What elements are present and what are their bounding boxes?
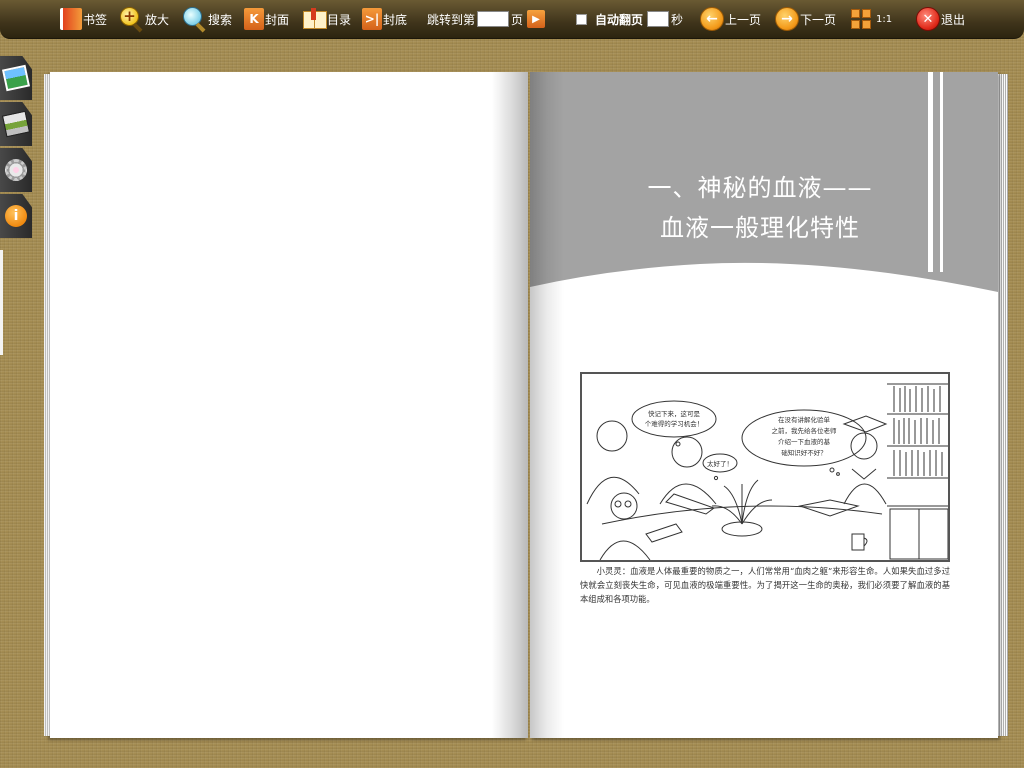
- next-page-button[interactable]: → 下一页: [775, 0, 836, 38]
- print-button[interactable]: [0, 102, 32, 146]
- bookmark-button[interactable]: 书签: [60, 0, 107, 38]
- zoom-in-label: 放大: [145, 12, 170, 27]
- autoflip-control: 自动翻页 秒: [576, 0, 683, 38]
- back-cover-button[interactable]: >| 封底: [362, 0, 407, 38]
- page-number-input[interactable]: [477, 11, 510, 27]
- jump-prefix-label: 跳转到第: [427, 12, 476, 27]
- bubble-1-line1: 快记下来，这可是: [648, 409, 701, 418]
- bubble-1-line2: 个难得的学习机会！: [645, 419, 704, 428]
- bubble-3-line1: 在没有讲解化验单: [778, 415, 831, 424]
- arrow-left-icon: ←: [700, 7, 724, 31]
- bubble-2: 太好了！: [707, 459, 733, 468]
- next-page-label: 下一页: [800, 12, 837, 27]
- jump-to-page: 跳转到第 页 ▶: [427, 0, 546, 38]
- info-icon: i: [5, 205, 27, 227]
- fit-size-icon: [850, 8, 872, 30]
- autoflip-seconds-input[interactable]: [647, 11, 670, 27]
- seconds-label: 秒: [671, 12, 684, 27]
- back-cover-label: 封底: [383, 12, 408, 27]
- chapter-title-line2: 血液一般理化特性: [660, 214, 860, 242]
- previous-page-label: 上一页: [725, 12, 762, 27]
- thumbnail-button[interactable]: [0, 56, 32, 100]
- table-of-contents-icon: [302, 8, 327, 30]
- autoflip-label: 自动翻页: [595, 12, 644, 27]
- actual-size-button[interactable]: 1:1: [850, 0, 892, 38]
- chapter-title: 一、神秘的血液—— 血液一般理化特性: [610, 168, 910, 248]
- sidebar-handle[interactable]: [0, 250, 3, 355]
- first-page-icon: K: [244, 8, 264, 30]
- search-icon: [181, 6, 207, 33]
- bubble-3-line3: 介绍一下血液的基: [778, 437, 831, 446]
- left-gutter-shadow: [492, 72, 528, 738]
- exit-label: 退出: [941, 12, 966, 27]
- right-gutter-shadow: [530, 72, 564, 738]
- cover-button[interactable]: K 封面: [244, 0, 289, 38]
- search-label: 搜索: [208, 12, 233, 27]
- settings-button[interactable]: [0, 148, 32, 192]
- toc-button[interactable]: 目录: [302, 0, 351, 38]
- image-icon: [1, 64, 31, 92]
- left-page[interactable]: [44, 72, 528, 738]
- exit-button[interactable]: ✕ 退出: [916, 0, 965, 38]
- bookmark-icon: [60, 8, 82, 30]
- left-page-stack-edge: [44, 74, 50, 736]
- arrow-right-icon: →: [775, 7, 799, 31]
- right-page[interactable]: 一、神秘的血液—— 血液一般理化特性 快记下来，这可是 个难得的学习机会！ 太好…: [530, 72, 998, 738]
- jump-suffix-label: 页: [511, 12, 524, 27]
- bubble-3-line4: 础知识好不好？: [781, 448, 827, 457]
- close-icon: ✕: [916, 7, 940, 31]
- last-page-icon: >|: [362, 8, 382, 30]
- bubble-3-line2: 之前，我先给各位老师: [772, 426, 838, 435]
- go-button[interactable]: ▶: [527, 10, 546, 28]
- illustration-caption: 小灵灵：血液是人体最重要的物质之一，人们常常用“血肉之躯”来形容生命。人如果失血…: [580, 566, 950, 604]
- right-page-stack-edge: [998, 74, 1008, 736]
- cover-label: 封面: [265, 12, 290, 27]
- zoom-in-icon: +: [118, 6, 144, 33]
- book-spread: 一、神秘的血液—— 血液一般理化特性 快记下来，这可是 个难得的学习机会！ 太好…: [44, 68, 1008, 744]
- search-button[interactable]: 搜索: [181, 0, 232, 38]
- autoflip-checkbox[interactable]: [576, 13, 587, 25]
- zoom-in-button[interactable]: + 放大: [118, 0, 169, 38]
- chapter-title-line1: 一、神秘的血液——: [647, 174, 873, 202]
- previous-page-button[interactable]: ← 上一页: [700, 0, 761, 38]
- reader-toolbar: 书签 + 放大 搜索 K 封面 目录 >| 封底 跳转到第 页 ▶ 自动翻页 秒…: [0, 0, 1024, 39]
- toc-label: 目录: [327, 12, 352, 27]
- zoom-ratio-label: 1:1: [876, 13, 893, 25]
- info-button[interactable]: i: [0, 194, 32, 238]
- bookmark-label: 书签: [83, 12, 108, 27]
- settings-gear-icon: [5, 159, 27, 181]
- cartoon-illustration: 快记下来，这可是 个难得的学习机会！ 太好了！ 在没有讲解化验单 之前，我先给各…: [580, 372, 950, 562]
- print-icon: [1, 110, 31, 138]
